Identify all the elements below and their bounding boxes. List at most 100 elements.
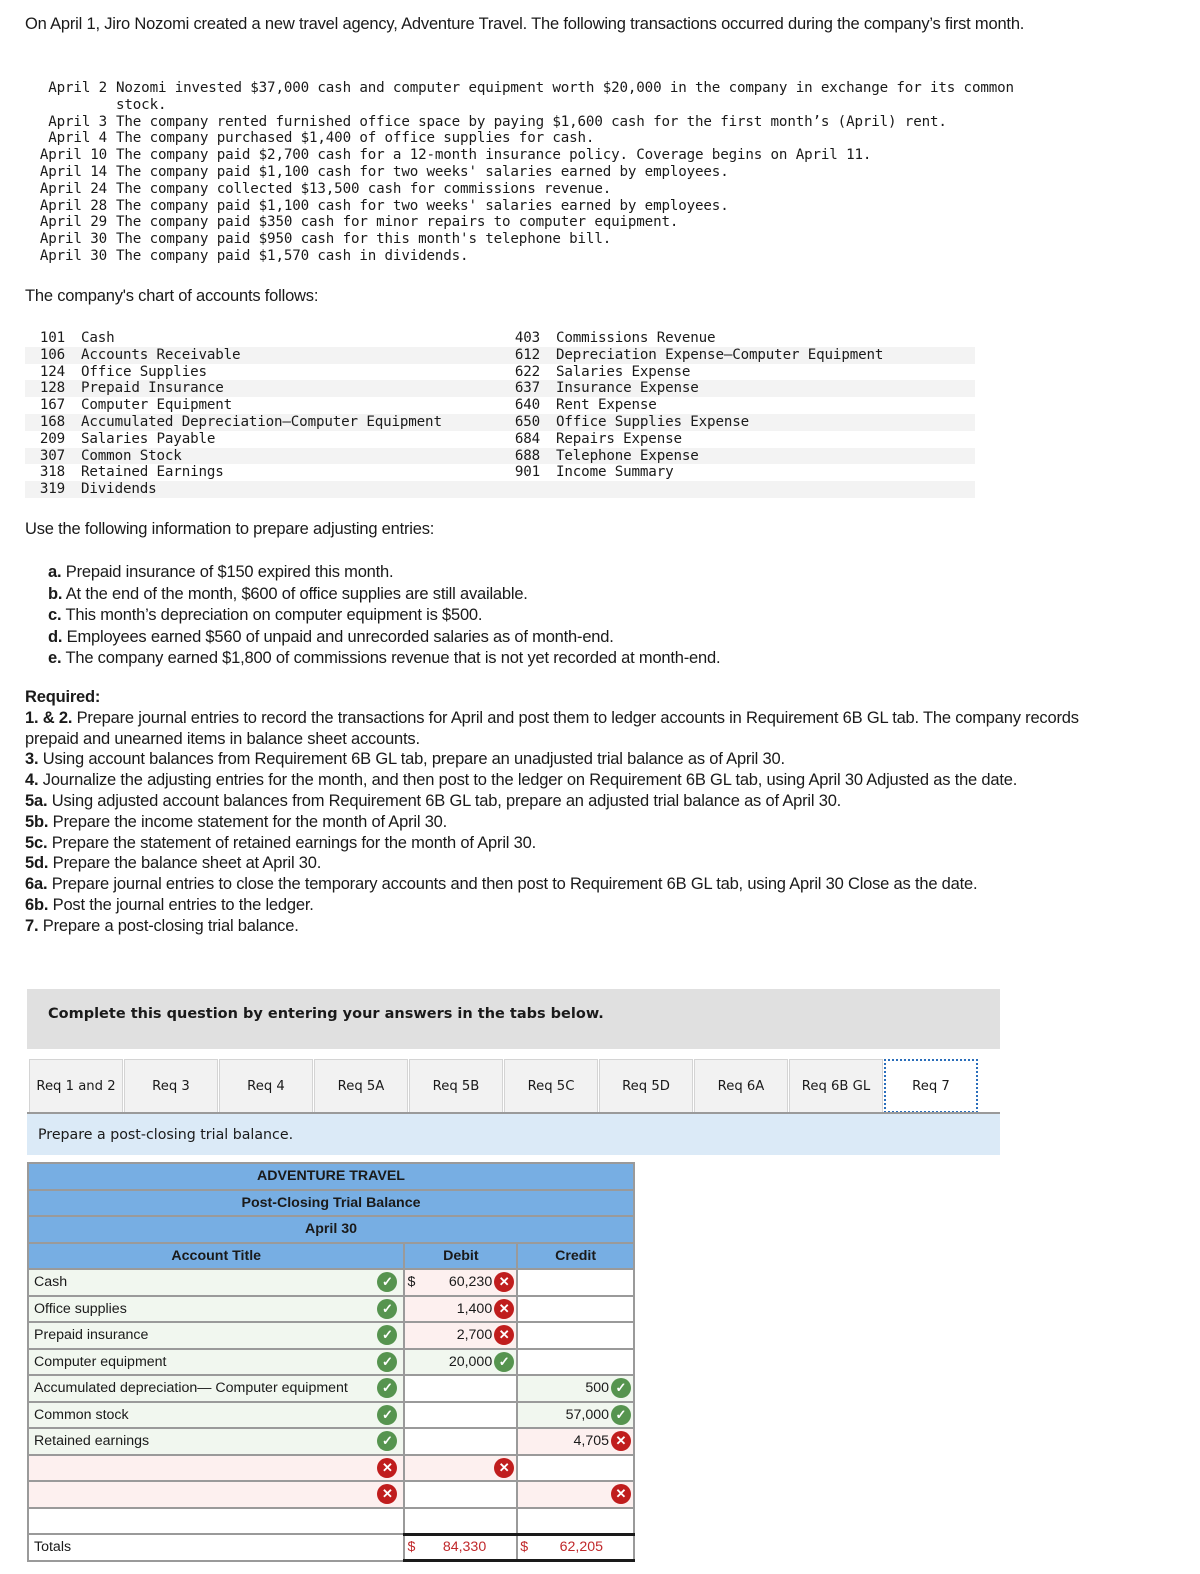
requirement-tabs: Req 1 and 2 Req 3 Req 4 Req 5A Req 5B Req 5C R… [29,1059,979,1113]
credit-value: 57,000 [565,1406,609,1423]
debit-input[interactable]: ✕ [403,1453,519,1482]
debit-input[interactable] [403,1506,519,1535]
tab-req-5a[interactable]: Req 5A [314,1059,408,1113]
transaction-text: The company paid $1,100 cash for two wee… [116,197,729,214]
tab-req-5b[interactable]: Req 5B [409,1059,503,1113]
coa-row: 167 Computer Equipment 640 Rent Expense [25,397,975,414]
account-number: 101 [39,330,65,346]
debit-input[interactable]: 20,000 ✓ [403,1347,519,1376]
required-item-number: 5d. [25,854,49,873]
account-title-value: Cash [34,1274,68,1291]
required-item-text: Prepare the income statement for the mon… [52,812,448,831]
tab-req-6a[interactable]: Req 6A [694,1059,788,1113]
tab-req-5d[interactable]: Req 5D [599,1059,693,1113]
column-header-debit: Debit [403,1241,519,1270]
account-title-input[interactable]: Office supplies ✓ [26,1294,406,1323]
transaction-date: April 24 [39,180,107,197]
account-title-input[interactable] [26,1506,406,1535]
credit-input[interactable] [516,1294,635,1323]
cross-icon: ✕ [494,1298,515,1319]
account-name: Income Summary [556,464,674,481]
coa-row: 318 Retained Earnings 901 Income Summary [25,464,975,481]
account-title-input[interactable]: Retained earnings ✓ [26,1427,406,1456]
debit-input[interactable] [403,1400,519,1429]
chart-of-accounts: 101 Cash 403 Commissions Revenue 106 Accoun… [25,330,975,498]
tab-req-1-and-2[interactable]: Req 1 and 2 [29,1059,123,1113]
account-name: Office Supplies [81,363,207,380]
required-heading: Required: [25,688,101,706]
coa-row: 209 Salaries Payable 684 Repairs Expense [25,431,975,448]
tab-req-7[interactable]: Req 7 [884,1059,978,1113]
coa-row: 124 Office Supplies 622 Salaries Expense [25,364,975,381]
transaction-text: The company paid $1,570 cash in dividend… [116,247,469,264]
credit-input[interactable]: 57,000 ✓ [516,1400,635,1429]
account-title-input[interactable]: Common stock ✓ [26,1400,406,1429]
credit-input[interactable] [516,1347,635,1376]
credit-input[interactable]: ✕ [516,1480,635,1509]
tab-req-6b-gl[interactable]: Req 6B GL [789,1059,883,1113]
credit-input[interactable] [516,1268,635,1297]
debit-input[interactable] [403,1480,519,1509]
transaction-date: April 30 [39,247,107,264]
debit-input[interactable] [403,1374,519,1403]
account-number: 612 [514,346,540,363]
required-item-text: Prepare the balance sheet at April 30. [52,854,322,873]
account-title-value: Computer equipment [34,1353,167,1370]
account-number: 209 [39,430,65,447]
adjusting-item-letter: d. [48,627,63,646]
debit-input[interactable]: 2,700 ✕ [403,1321,519,1350]
required-item-text: Prepare a post-closing trial balance. [42,916,299,935]
totals-label: Totals [34,1539,72,1556]
adjusting-item: d. Employees earned $560 of unpaid and u… [48,627,720,649]
account-number: 106 [39,346,65,363]
required-item: 5d. Prepare the balance sheet at April 3… [25,853,1115,874]
table-row: Accumulated depreciation— Computer equip… [26,1374,635,1403]
check-icon: ✓ [377,1325,398,1346]
account-title-input[interactable]: ✕ [26,1480,406,1509]
cross-icon: ✕ [377,1457,398,1478]
transaction-date: April 28 [39,197,107,214]
transaction-date: April 30 [39,231,107,248]
credit-input[interactable]: 500 ✓ [516,1374,635,1403]
credit-input[interactable] [516,1453,635,1482]
required-item: 4. Journalize the adjusting entries for … [25,770,1115,791]
account-name: Cash [81,330,115,346]
account-name: Accounts Receivable [81,346,241,363]
transaction-row: April 24 The company collected $13,500 ca… [25,181,1087,198]
account-name: Computer Equipment [81,397,233,414]
account-title-input[interactable]: Prepaid insurance ✓ [26,1321,406,1350]
tab-instruction: Prepare a post-closing trial balance. [27,1114,1000,1155]
transaction-text: The company paid $950 cash for this mont… [116,231,612,248]
account-number: 650 [514,413,540,430]
currency-symbol: $ [407,1274,416,1291]
credit-input[interactable]: 4,705 ✕ [516,1427,635,1456]
adjusting-item-letter: c. [48,606,62,624]
transaction-text: Nozomi invested $37,000 cash and compute… [116,80,1014,113]
column-header-account-title: Account Title [26,1241,406,1270]
required-section: Required: 1. & 2. Prepare journal entrie… [25,687,1115,937]
transaction-row: April 29 The company paid $350 cash for m… [25,214,1087,231]
statement-date: April 30 [27,1215,635,1244]
transactions-list: April 2 Nozomi invested $37,000 cash and … [25,80,1087,265]
check-icon: ✓ [377,1378,398,1399]
table-row: Computer equipment ✓ 20,000 ✓ [26,1347,635,1376]
complete-question-banner: Complete this question by entering your … [27,989,1000,1049]
tab-req-3[interactable]: Req 3 [124,1059,218,1113]
transaction-date: April 4 [48,130,107,147]
credit-input[interactable] [516,1321,635,1350]
credit-input[interactable] [516,1506,635,1535]
account-title-input[interactable]: ✕ [26,1453,406,1482]
debit-input[interactable] [403,1427,519,1456]
account-number: 637 [514,380,540,397]
table-row: Office supplies ✓ 1,400 ✕ [26,1294,635,1323]
account-title-input[interactable]: Computer equipment ✓ [26,1347,406,1376]
adjusting-item-letter: b. [48,584,63,603]
currency-symbol: $ [407,1539,416,1556]
account-title-input[interactable]: Accumulated depreciation— Computer equip… [26,1374,406,1403]
account-title-input[interactable]: Cash ✓ [26,1268,406,1297]
required-item-number: 6a. [25,875,48,894]
tab-req-5c[interactable]: Req 5C [504,1059,598,1113]
debit-input[interactable]: $60,230 ✕ [403,1268,519,1297]
tab-req-4[interactable]: Req 4 [219,1059,313,1113]
debit-input[interactable]: 1,400 ✕ [403,1294,519,1323]
